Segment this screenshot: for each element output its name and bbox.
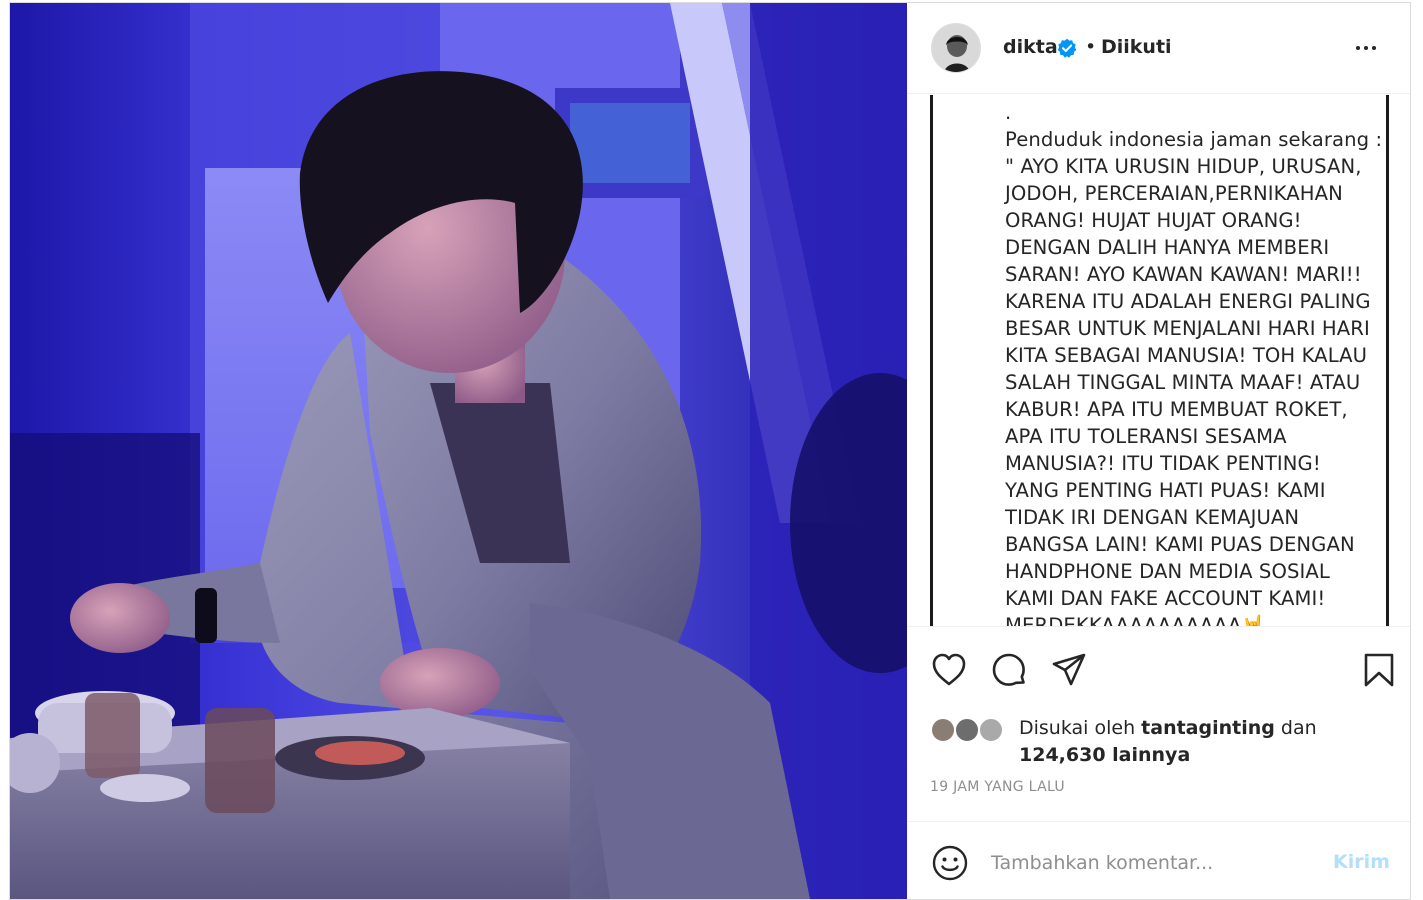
- header-separator: •: [1085, 36, 1097, 58]
- send-comment-button[interactable]: Kirim: [1333, 851, 1390, 873]
- post-actions: Disukai oleh tantaginting dan 124,630 la…: [907, 626, 1410, 822]
- likes-conjunction: dan: [1280, 717, 1317, 739]
- more-dot: [1372, 46, 1376, 50]
- likes-count-link[interactable]: 124,630 lainnya: [1019, 744, 1190, 766]
- bookmark-icon[interactable]: [1359, 650, 1399, 690]
- author-avatar-image: [932, 24, 980, 72]
- liker-avatar[interactable]: [978, 717, 1004, 743]
- post-header: dikta • Diikuti: [907, 3, 1410, 94]
- liker-avatar[interactable]: [930, 717, 956, 743]
- more-options-icon[interactable]: [1351, 33, 1381, 63]
- comment-bar: Kirim: [907, 822, 1410, 899]
- liked-by-username[interactable]: tantaginting: [1141, 717, 1275, 739]
- author-avatar[interactable]: [931, 23, 981, 73]
- post-modal: dikta • Diikuti . Penduduk indonesia jam…: [9, 2, 1411, 900]
- heart-icon[interactable]: [929, 650, 969, 690]
- follow-status-button[interactable]: Diikuti: [1101, 36, 1172, 58]
- more-dot: [1356, 46, 1360, 50]
- post-timestamp[interactable]: 19 JAM YANG LALU: [930, 779, 1065, 795]
- comment-icon[interactable]: [989, 650, 1029, 690]
- emoji-icon[interactable]: [931, 844, 969, 882]
- post-caption: . Penduduk indonesia jaman sekarang : " …: [1005, 101, 1383, 626]
- paper-plane-icon[interactable]: [1049, 650, 1089, 690]
- more-dot: [1364, 46, 1368, 50]
- post-photo[interactable]: [10, 3, 907, 899]
- comment-input[interactable]: [991, 846, 1321, 880]
- author-username[interactable]: dikta: [1003, 36, 1058, 58]
- post-photo-illustration: [10, 3, 907, 899]
- verified-badge-icon: [1057, 38, 1077, 58]
- likes-summary: Disukai oleh tantaginting dan 124,630 la…: [930, 715, 1390, 775]
- likes-text: Disukai oleh tantaginting dan 124,630 la…: [1019, 715, 1389, 769]
- liker-avatars: [930, 715, 1010, 747]
- liker-avatar[interactable]: [954, 717, 980, 743]
- caption-scroll-area[interactable]: . Penduduk indonesia jaman sekarang : " …: [907, 95, 1410, 626]
- post-details-panel: dikta • Diikuti . Penduduk indonesia jam…: [907, 3, 1410, 899]
- likes-prefix: Disukai oleh: [1019, 717, 1136, 739]
